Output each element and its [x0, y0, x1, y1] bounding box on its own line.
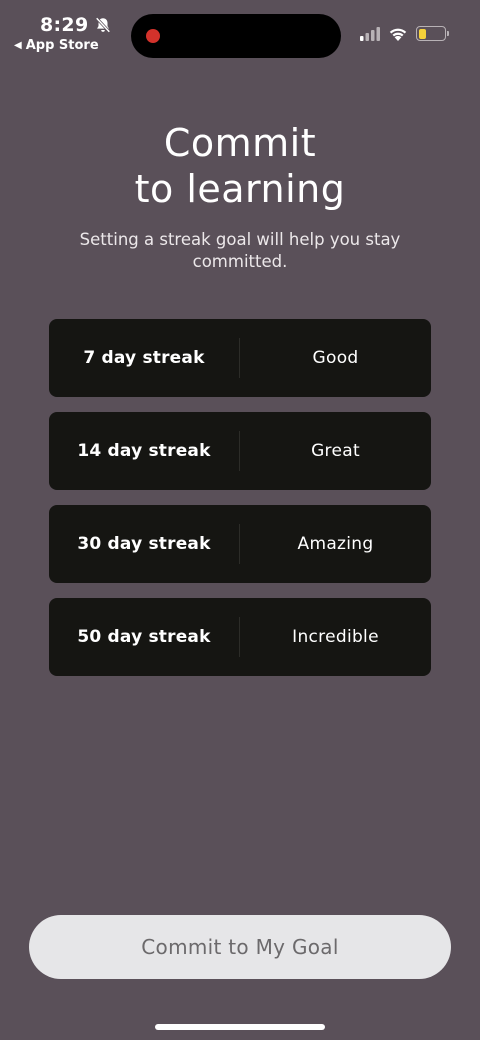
- recording-indicator: [146, 29, 160, 43]
- streak-rating-label: Amazing: [297, 534, 374, 554]
- battery-level: [418, 28, 426, 39]
- page-title: Commit to learning: [134, 121, 346, 211]
- back-arrow-icon: ◀: [14, 40, 22, 51]
- streak-days-label: 50 day streak: [77, 627, 211, 647]
- back-label: App Store: [25, 38, 99, 53]
- streak-days-label: 7 day streak: [83, 348, 205, 368]
- streak-rating-label: Incredible: [292, 627, 379, 647]
- streak-rating-label: Good: [312, 348, 359, 368]
- back-to-app-store[interactable]: ◀ App Store: [14, 38, 99, 53]
- cellular-signal-icon: [360, 26, 380, 41]
- home-indicator[interactable]: [155, 1024, 325, 1030]
- status-time: 8:29: [40, 14, 112, 36]
- battery-icon: [416, 26, 449, 41]
- status-indicators: [360, 26, 449, 41]
- dynamic-island: [131, 14, 341, 58]
- streak-option-14[interactable]: 14 day streak Great: [49, 412, 431, 490]
- page-subtitle: Setting a streak goal will help you stay…: [79, 230, 401, 271]
- streak-options-list: 7 day streak Good 14 day streak Great 30…: [49, 319, 431, 691]
- commit-goal-button[interactable]: Commit to My Goal: [29, 915, 451, 979]
- streak-days-label: 30 day streak: [77, 534, 211, 554]
- streak-option-30[interactable]: 30 day streak Amazing: [49, 505, 431, 583]
- streak-days-label: 14 day streak: [77, 441, 211, 461]
- streak-option-50[interactable]: 50 day streak Incredible: [49, 598, 431, 676]
- screen: 8:29 ◀ App Store Commit to learning Sett…: [0, 0, 480, 1040]
- time-label: 8:29: [40, 14, 89, 36]
- streak-rating-label: Great: [311, 441, 360, 461]
- streak-option-7[interactable]: 7 day streak Good: [49, 319, 431, 397]
- bell-slash-icon: [96, 17, 111, 33]
- wifi-icon: [389, 28, 407, 41]
